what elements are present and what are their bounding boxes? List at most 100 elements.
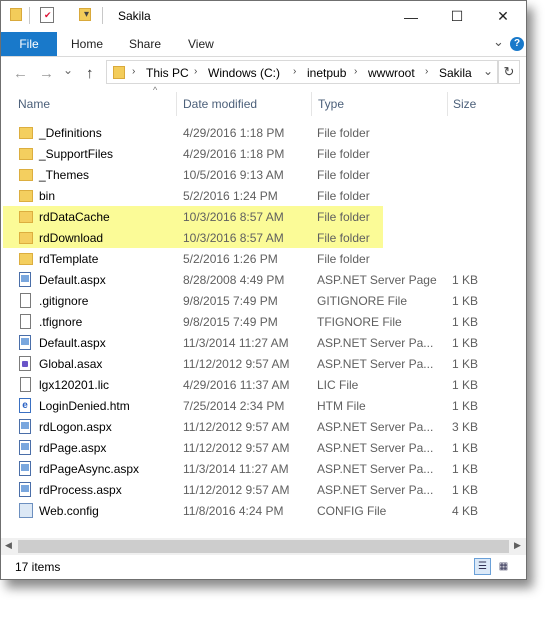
file-size: 4 KB (451, 504, 478, 518)
aspx-file-icon (19, 335, 31, 350)
file-row[interactable]: rdPageAsync.aspx 11/3/2014 11:27 AM ASP.NE… (1, 458, 526, 479)
file-name: Default.aspx (39, 273, 106, 287)
file-row[interactable]: _Themes 10/5/2016 9:13 AM File folder (1, 164, 526, 185)
htm-file-icon: e (19, 398, 31, 413)
file-name: rdProcess.aspx (39, 483, 122, 497)
file-date-modified: 11/12/2012 9:57 AM (183, 357, 290, 371)
file-size: 1 KB (451, 483, 478, 497)
file-date-modified: 5/2/2016 1:24 PM (183, 189, 278, 203)
file-name: Web.config (39, 504, 99, 518)
file-type: ASP.NET Server Page (317, 273, 437, 287)
file-row[interactable]: .gitignore 9/8/2015 7:49 PM GITIGNORE File… (1, 290, 526, 311)
file-row[interactable]: rdDownload 10/3/2016 8:57 AM File folder (1, 227, 526, 248)
tab-view[interactable]: View (188, 37, 214, 51)
file-date-modified: 8/28/2008 4:49 PM (183, 273, 285, 287)
up-button[interactable]: ↑ (86, 65, 94, 82)
chevron-right-icon[interactable]: › (132, 66, 135, 77)
file-row[interactable]: _Definitions 4/29/2016 1:18 PM File folder (1, 122, 526, 143)
close-button[interactable]: ✕ (480, 1, 526, 32)
file-date-modified: 10/5/2016 9:13 AM (183, 168, 284, 182)
forward-button[interactable]: → (39, 65, 54, 82)
column-header-type[interactable]: Type (318, 97, 344, 111)
file-row[interactable]: rdLogon.aspx 11/12/2012 9:57 AM ASP.NET Se… (1, 416, 526, 437)
column-header-size[interactable]: Size (453, 97, 476, 111)
file-name: .tfignore (39, 315, 83, 329)
file-name: Global.asax (39, 357, 103, 371)
folder-icon (19, 190, 33, 202)
scroll-right-icon[interactable]: ▶ (514, 540, 521, 551)
file-row[interactable]: rdDataCache 10/3/2016 8:57 AM File folder (1, 206, 526, 227)
file-name: bin (39, 189, 56, 203)
blank-file-icon (20, 293, 31, 308)
column-header-name[interactable]: Name (18, 97, 50, 111)
recent-locations-button[interactable]: ⌄ (63, 63, 73, 77)
large-icons-view-icon[interactable]: ▦ (495, 558, 512, 575)
aspx-file-icon (19, 440, 31, 455)
scroll-left-icon[interactable]: ◀ (5, 540, 12, 551)
aspx-file-icon (19, 272, 31, 287)
file-row[interactable]: rdPage.aspx 11/12/2012 9:57 AM ASP.NET Ser… (1, 437, 526, 458)
file-date-modified: 9/8/2015 7:49 PM (183, 294, 278, 308)
file-type: ASP.NET Server Pa... (317, 441, 434, 455)
file-row[interactable]: e LoginDenied.htm 7/25/2014 2:34 PM HTM Fil… (1, 395, 526, 416)
file-row[interactable]: lgx120201.lic 4/29/2016 11:37 AM LIC File 1… (1, 374, 526, 395)
file-type: LIC File (317, 378, 359, 392)
chevron-right-icon[interactable]: › (293, 66, 296, 77)
help-icon[interactable]: ? (510, 37, 524, 51)
properties-icon[interactable]: ✔ (40, 7, 54, 23)
details-view-icon[interactable]: ☰ (474, 558, 491, 575)
tab-home[interactable]: Home (71, 37, 103, 51)
breadcrumb-wwwroot[interactable]: wwwroot (368, 66, 415, 80)
address-bar[interactable]: › This PC › Windows (C:) › inetpub › www… (106, 60, 498, 84)
file-name: _Definitions (39, 126, 102, 140)
file-row[interactable]: Default.aspx 11/3/2014 11:27 AM ASP.NET Se… (1, 332, 526, 353)
horizontal-scrollbar[interactable]: ◀ ▶ (1, 538, 526, 555)
customize-quick-access-icon[interactable]: ▾ (84, 9, 89, 27)
column-divider[interactable] (311, 92, 312, 116)
chevron-right-icon[interactable]: › (425, 66, 428, 77)
minimize-button[interactable]: — (388, 1, 434, 32)
file-row[interactable]: bin 5/2/2016 1:24 PM File folder (1, 185, 526, 206)
file-row[interactable]: Web.config 11/8/2016 4:24 PM CONFIG File 4 … (1, 500, 526, 521)
breadcrumb-inetpub[interactable]: inetpub (307, 66, 346, 80)
back-button[interactable]: ← (13, 65, 28, 82)
file-type: File folder (317, 147, 370, 161)
column-header-date-modified[interactable]: Date modified (183, 97, 257, 111)
breadcrumb-windows-c[interactable]: Windows (C:) (208, 66, 280, 80)
folder-icon (19, 127, 33, 139)
file-row[interactable]: .tfignore 9/8/2015 7:49 PM TFIGNORE File 1 … (1, 311, 526, 332)
file-name: Default.aspx (39, 336, 106, 350)
address-dropdown-icon[interactable]: ⌄ (483, 64, 493, 78)
file-row[interactable]: _SupportFiles 4/29/2016 1:18 PM File folde… (1, 143, 526, 164)
folder-icon (19, 211, 33, 223)
file-date-modified: 11/3/2014 11:27 AM (183, 462, 289, 476)
file-row[interactable]: Default.aspx 8/28/2008 4:49 PM ASP.NET Ser… (1, 269, 526, 290)
file-row[interactable]: rdProcess.aspx 11/12/2012 9:57 AM ASP.NET … (1, 479, 526, 500)
file-type: File folder (317, 189, 370, 203)
refresh-button[interactable]: ↻ (498, 60, 520, 84)
file-date-modified: 9/8/2015 7:49 PM (183, 315, 278, 329)
column-divider[interactable] (447, 92, 448, 116)
breadcrumb-this-pc[interactable]: This PC (146, 66, 189, 80)
scrollbar-thumb[interactable] (18, 540, 509, 553)
file-name: rdTemplate (39, 252, 99, 266)
chevron-right-icon[interactable]: › (354, 66, 357, 77)
file-row[interactable]: Global.asax 11/12/2012 9:57 AM ASP.NET Ser… (1, 353, 526, 374)
file-type: ASP.NET Server Pa... (317, 357, 434, 371)
file-type: File folder (317, 231, 370, 245)
aspx-file-icon (19, 461, 31, 476)
chevron-right-icon[interactable]: › (194, 66, 197, 77)
breadcrumb-sakila[interactable]: Sakila (439, 66, 472, 80)
tab-file[interactable]: File (1, 32, 57, 56)
asax-file-icon (19, 356, 31, 371)
column-divider[interactable] (176, 92, 177, 116)
expand-ribbon-icon[interactable]: ⌄ (493, 34, 504, 50)
tab-share[interactable]: Share (129, 37, 161, 51)
aspx-file-icon (19, 419, 31, 434)
file-date-modified: 4/29/2016 1:18 PM (183, 147, 285, 161)
file-row[interactable]: rdTemplate 5/2/2016 1:26 PM File folder (1, 248, 526, 269)
file-size: 1 KB (451, 378, 478, 392)
file-size: 1 KB (451, 399, 478, 413)
aspx-file-icon (19, 482, 31, 497)
maximize-button[interactable]: ☐ (434, 1, 480, 32)
